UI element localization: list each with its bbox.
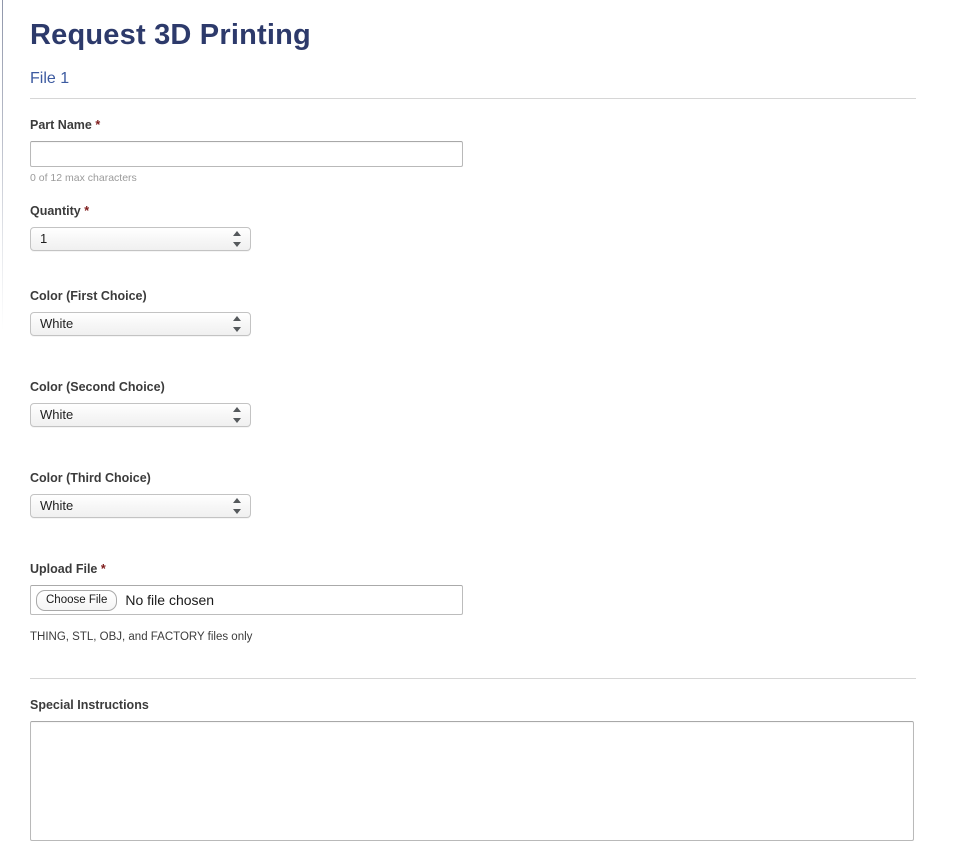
special-instructions-textarea[interactable] [30,721,914,841]
color-first-select[interactable]: White [30,312,251,336]
color-third-select-wrapper[interactable]: White [30,494,251,518]
section-divider-top [30,98,916,99]
color-second-label-text: Color (Second Choice) [30,380,165,394]
field-quantity: Quantity * 1 [30,204,960,256]
special-instructions-label-text: Special Instructions [30,698,149,712]
quantity-label: Quantity * [30,204,960,219]
choose-file-button[interactable]: Choose File [36,589,118,611]
field-special-instructions: Special Instructions [30,698,960,841]
field-part-name: Part Name * 0 of 12 max characters [30,118,960,185]
part-name-label-text: Part Name [30,118,92,132]
color-first-label-text: Color (First Choice) [30,289,147,303]
field-color-third-choice: Color (Third Choice) White [30,471,960,523]
upload-file-label: Upload File * [30,562,960,577]
request-3d-printing-form-page: Request 3D Printing File 1 Part Name * 0… [0,0,960,841]
part-name-label: Part Name * [30,118,960,133]
special-instructions-label: Special Instructions [30,698,960,713]
upload-file-help-text: THING, STL, OBJ, and FACTORY files only [30,631,253,643]
section-heading-file-1: File 1 [30,70,70,87]
quantity-select-wrapper[interactable]: 1 [30,227,251,251]
color-second-select[interactable]: White [30,403,251,427]
page-title: Request 3D Printing [30,19,311,51]
upload-file-input[interactable]: Choose File No file chosen [30,585,463,615]
section-divider-bottom [30,678,916,679]
color-second-label: Color (Second Choice) [30,380,960,395]
color-first-select-wrapper[interactable]: White [30,312,251,336]
color-third-label: Color (Third Choice) [30,471,960,486]
field-color-first-choice: Color (First Choice) White [30,289,960,341]
part-name-input[interactable] [30,141,463,167]
color-third-label-text: Color (Third Choice) [30,471,151,485]
quantity-label-text: Quantity [30,204,81,218]
part-name-required-marker: * [95,118,101,132]
field-color-second-choice: Color (Second Choice) White [30,380,960,432]
color-third-select[interactable]: White [30,494,251,518]
quantity-select[interactable]: 1 [30,227,251,251]
form-content: Request 3D Printing File 1 Part Name * 0… [0,0,960,841]
field-upload-file: Upload File * Choose File No file chosen… [30,562,960,644]
quantity-required-marker: * [84,204,90,218]
file-chosen-status: No file chosen [125,592,215,608]
upload-file-required-marker: * [100,562,106,576]
color-first-label: Color (First Choice) [30,289,960,304]
page-left-rule [2,0,3,330]
part-name-help-text: 0 of 12 max characters [30,172,137,184]
upload-file-label-text: Upload File [30,562,98,576]
color-second-select-wrapper[interactable]: White [30,403,251,427]
